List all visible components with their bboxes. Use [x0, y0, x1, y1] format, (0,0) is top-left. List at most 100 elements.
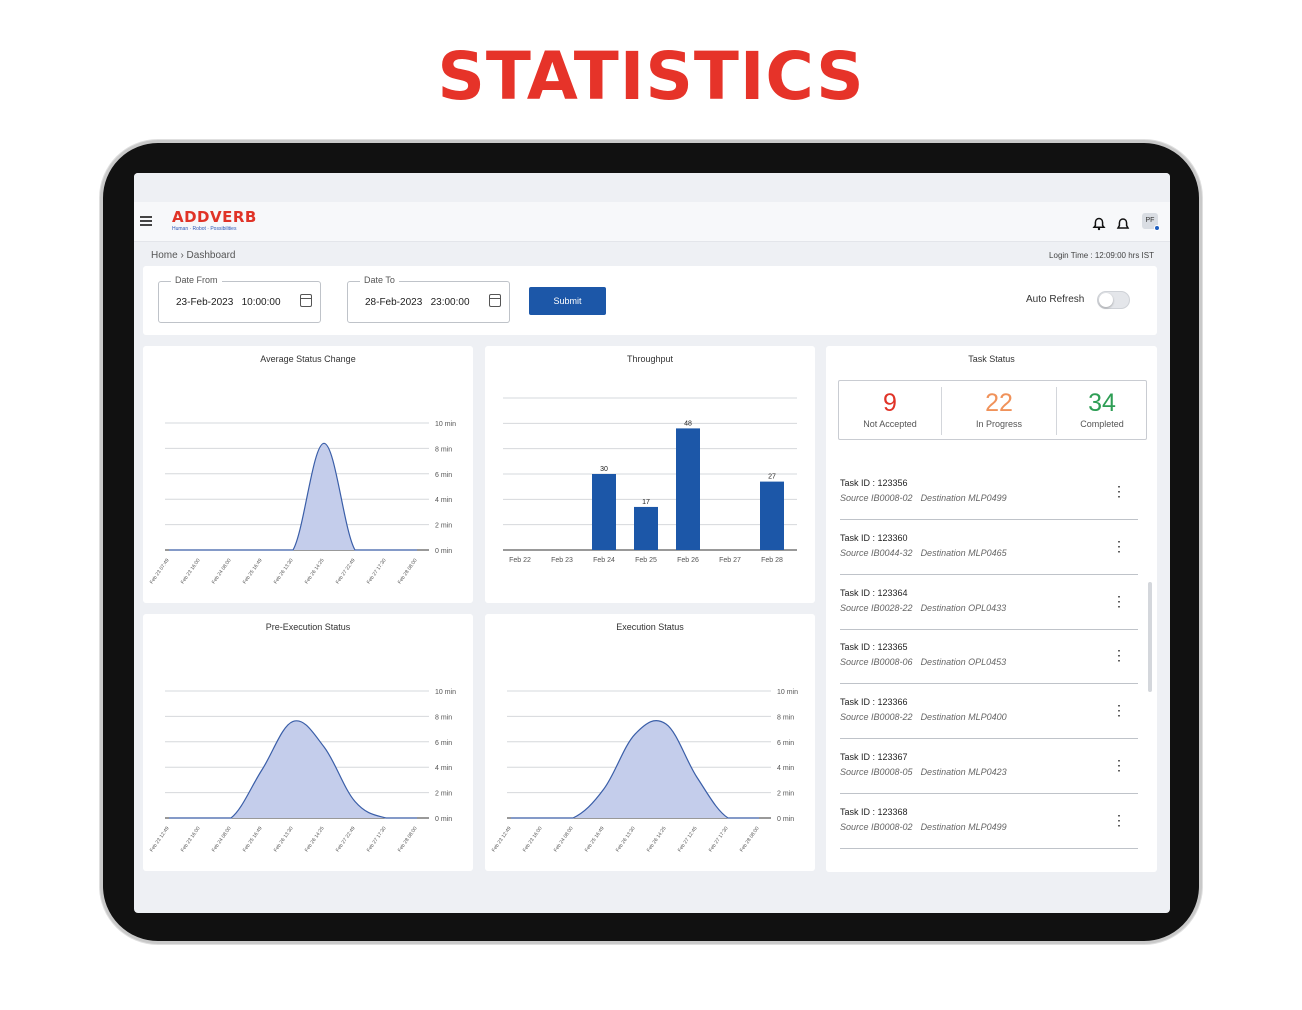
page-headline: STATISTICS: [437, 38, 865, 115]
chart-card-pre-execution: Pre-Execution Status 10 min 8 min 6 min 4 m…: [143, 614, 473, 871]
y-tick-label: 2 min: [435, 791, 452, 798]
x-tick-label: Feb 28: [761, 557, 783, 564]
task-status-title: Task Status: [968, 354, 1015, 364]
x-tick-label: Feb 24 08:00: [211, 826, 233, 854]
y-tick-label: 6 min: [435, 740, 452, 747]
chart-card-average-status: Average Status Change 10 min 8 min 6 min 4 …: [143, 346, 473, 603]
task-row[interactable]: Task ID : 123367 Source IB0008-05 Destina…: [840, 752, 1138, 794]
task-row[interactable]: Task ID : 123364 Source IB0028-22 Destina…: [840, 588, 1138, 630]
date-from-value: 23-Feb-2023 10:00:00: [176, 297, 281, 308]
task-id: Task ID : 123356: [840, 478, 908, 488]
task-row[interactable]: Task ID : 123366 Source IB0008-22 Destina…: [840, 697, 1138, 739]
task-destination: Destination MLP0465: [920, 548, 1007, 558]
task-source: Source IB0008-02: [840, 493, 913, 503]
top-bar: [134, 202, 1170, 242]
count-value: 9: [883, 389, 897, 417]
bell-icon[interactable]: [1092, 217, 1106, 231]
task-status-card: Task Status 9 Not Accepted 22 In Progres…: [826, 346, 1157, 872]
task-destination: Destination MLP0423: [920, 767, 1007, 777]
logo: ADDVERB: [172, 208, 257, 226]
task-source: Source IB0044-32: [840, 548, 913, 558]
more-options-icon[interactable]: ⋮: [1112, 758, 1126, 772]
more-options-icon[interactable]: ⋮: [1112, 703, 1126, 717]
task-id: Task ID : 123367: [840, 752, 908, 762]
task-destination: Destination MLP0499: [920, 822, 1007, 832]
count-in-progress[interactable]: 22 In Progress: [942, 381, 1056, 439]
count-not-accepted[interactable]: 9 Not Accepted: [839, 381, 941, 439]
more-options-icon[interactable]: ⋮: [1112, 594, 1126, 608]
x-tick-label: Feb 28 08:00: [397, 826, 419, 854]
task-destination: Destination MLP0499: [920, 493, 1007, 503]
x-tick-label: Feb 23: [551, 557, 573, 564]
more-options-icon[interactable]: ⋮: [1112, 539, 1126, 553]
date-from-field[interactable]: Date From 23-Feb-2023 10:00:00: [158, 275, 321, 323]
task-route: Source IB0008-02 Destination MLP0499: [840, 493, 1015, 503]
count-label: In Progress: [975, 419, 1023, 429]
x-tick-label: Feb 24 08:00: [211, 558, 233, 586]
logo-tagline: Human · Robot · Possibilities: [172, 226, 237, 232]
x-tick-label: Feb 26 14:25: [304, 558, 326, 586]
notification-icon[interactable]: [1116, 217, 1130, 231]
x-tick-label: Feb 27: [719, 557, 741, 564]
date-to-value: 28-Feb-2023 23:00:00: [365, 297, 470, 308]
x-tick-label: Feb 27 22:49: [335, 826, 357, 854]
task-row[interactable]: Task ID : 123365 Source IB0008-06 Destina…: [840, 642, 1138, 684]
task-id: Task ID : 123368: [840, 807, 908, 817]
y-tick-label: 10 min: [435, 421, 456, 428]
task-row[interactable]: Task ID : 123360 Source IB0044-32 Destina…: [840, 533, 1138, 575]
task-route: Source IB0008-02 Destination MLP0499: [840, 822, 1015, 832]
more-options-icon[interactable]: ⋮: [1112, 484, 1126, 498]
task-source: Source IB0028-22: [840, 603, 913, 613]
bar: [760, 481, 784, 550]
count-completed[interactable]: 34 Completed: [1057, 381, 1147, 439]
date-to-field[interactable]: Date To 28-Feb-2023 23:00:00: [347, 275, 510, 323]
y-tick-label: 10 min: [435, 689, 456, 696]
y-tick-label: 6 min: [435, 472, 452, 479]
menu-icon[interactable]: [140, 216, 152, 226]
throughput-chart: Feb 22 Feb 23 30 Feb 24 17 Feb 25 48 Feb 26 Feb …: [503, 397, 797, 564]
chart-card-throughput: Throughput Feb 22 Feb 23 30 Feb 24 17 Feb 25 4…: [485, 346, 815, 603]
task-route: Source IB0044-32 Destination MLP0465: [840, 548, 1015, 558]
y-tick-label: 0 min: [777, 816, 794, 823]
x-tick-label: Feb 28 08:00: [739, 826, 761, 854]
count-value: 34: [1088, 389, 1116, 417]
more-options-icon[interactable]: ⋮: [1112, 813, 1126, 827]
task-row[interactable]: Task ID : 123356 Source IB0008-02 Destina…: [840, 478, 1138, 520]
bar: [676, 428, 700, 550]
task-row[interactable]: Task ID : 123368 Source IB0008-02 Destina…: [840, 807, 1138, 849]
calendar-icon[interactable]: [300, 294, 312, 307]
y-tick-label: 10 min: [777, 689, 798, 696]
task-destination: Destination OPL0453: [920, 657, 1007, 667]
x-tick-label: Feb 23 16:00: [522, 826, 544, 854]
x-tick-label: Feb 24 08:00: [553, 826, 575, 854]
task-route: Source IB0008-22 Destination MLP0400: [840, 712, 1015, 722]
x-tick-label: Feb 26 14:25: [646, 826, 668, 854]
area-fill: [169, 443, 417, 550]
auto-refresh-toggle[interactable]: [1097, 291, 1130, 309]
x-tick-label: Feb 27 17:30: [366, 826, 388, 854]
x-tick-label: Feb 25 16:49: [584, 826, 606, 854]
chart-card-execution: Execution Status 10 min 8 min 6 min 4 min 2 …: [485, 614, 815, 871]
x-tick-label: Feb 27 12:45: [677, 826, 699, 854]
bar: [634, 506, 658, 550]
x-tick-label: Feb 26 14:25: [304, 826, 326, 854]
task-list-scrollbar[interactable]: [1148, 582, 1152, 692]
y-tick-label: 8 min: [435, 714, 452, 721]
x-tick-label: Feb 26 13:30: [273, 558, 295, 586]
submit-button[interactable]: Submit: [529, 287, 606, 315]
more-options-icon[interactable]: ⋮: [1112, 648, 1126, 662]
x-tick-label: Feb 26 13:30: [615, 826, 637, 854]
area-fill: [169, 720, 417, 818]
task-route: Source IB0028-22 Destination OPL0433: [840, 603, 1014, 613]
x-tick-label: Feb 23 16:00: [180, 826, 202, 854]
x-tick-label: Feb 25 16:49: [242, 826, 264, 854]
x-tick-label: Feb 26: [677, 557, 699, 564]
execution-chart: 10 min 8 min 6 min 4 min 2 min 0 min Feb 23 12…: [491, 689, 798, 854]
task-id: Task ID : 123365: [840, 642, 908, 652]
count-label: Completed: [1080, 419, 1124, 429]
bar-data-label: 17: [642, 499, 650, 506]
count-label: Not Accepted: [863, 419, 917, 429]
y-tick-label: 0 min: [435, 548, 452, 555]
area-fill: [511, 720, 759, 818]
calendar-icon[interactable]: [489, 294, 501, 307]
